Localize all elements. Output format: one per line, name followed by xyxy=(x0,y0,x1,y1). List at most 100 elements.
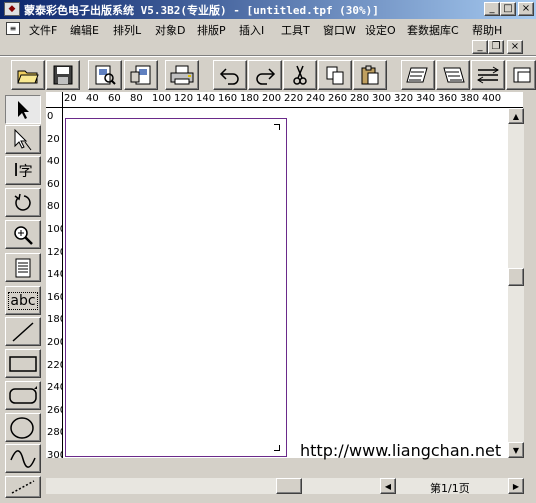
rectangle-tool[interactable] xyxy=(5,349,41,378)
document-page[interactable] xyxy=(65,118,287,457)
dotted-line-icon xyxy=(11,480,35,494)
ruler-h-label: 20 xyxy=(64,93,77,104)
horizontal-scroll-thumb[interactable] xyxy=(276,478,302,494)
ellipse-tool[interactable] xyxy=(5,413,41,442)
vertical-scrollbar[interactable]: ▲ ▼ xyxy=(508,108,524,458)
ruler-v-label: 60 xyxy=(47,178,60,190)
ruler-h-label: 220 xyxy=(284,93,304,104)
rounded-rect-tool[interactable] xyxy=(5,381,41,410)
redo-icon xyxy=(256,68,276,85)
menu-help[interactable]: 帮助H xyxy=(472,22,502,38)
zoom-icon xyxy=(14,225,33,245)
menu-layout[interactable]: 排版P xyxy=(197,22,226,38)
text-flow-4-button[interactable] xyxy=(506,60,536,90)
text-flow-3-icon xyxy=(477,66,499,84)
text-flow-2-button[interactable] xyxy=(436,60,470,90)
menu-edit[interactable]: 编辑E xyxy=(70,22,99,38)
maximize-button[interactable]: □ xyxy=(500,2,516,16)
print-button[interactable] xyxy=(165,60,199,90)
ruler-v-label: 160 xyxy=(47,291,62,303)
menu-insert[interactable]: 插入I xyxy=(239,22,264,38)
ruler-h-label: 160 xyxy=(218,93,238,104)
zoom-tool[interactable] xyxy=(5,220,41,249)
scroll-left-button[interactable]: ◀ xyxy=(380,478,396,494)
copy-button[interactable] xyxy=(318,60,352,90)
printer-icon xyxy=(170,65,194,85)
ruler-v-label: 100 xyxy=(47,224,62,235)
ruler-h-label: 140 xyxy=(196,93,216,104)
rounded-rect-icon xyxy=(9,385,37,404)
page-indicator: 第1/1页 xyxy=(430,482,470,495)
save-icon xyxy=(53,65,73,85)
scroll-down-button[interactable]: ▼ xyxy=(508,442,524,458)
margin-corner-top-right xyxy=(274,124,280,130)
cut-button[interactable] xyxy=(283,60,317,90)
minimize-button[interactable]: _ xyxy=(484,2,500,16)
menu-bar: ≡ 文件F 编辑E 排列L 对象D 排版P 插入I 工具T 窗口W 设定O 套数… xyxy=(0,19,536,54)
toolbar-divider xyxy=(0,55,536,57)
abc-text-tool[interactable]: abc xyxy=(5,286,41,315)
undo-icon xyxy=(219,68,239,85)
scroll-up-button[interactable]: ▲ xyxy=(508,108,524,124)
ruler-h-label: 280 xyxy=(350,93,370,104)
page-setup-button[interactable] xyxy=(124,60,158,90)
curve-icon xyxy=(10,449,36,468)
ruler-h-label: 40 xyxy=(86,93,99,104)
menu-tools[interactable]: 工具T xyxy=(281,22,310,38)
save-button[interactable] xyxy=(46,60,80,90)
freehand-tool[interactable] xyxy=(5,476,41,498)
node-select-tool[interactable] xyxy=(5,125,41,154)
redo-button[interactable] xyxy=(248,60,282,90)
menu-arrange[interactable]: 排列L xyxy=(113,22,141,38)
vertical-ruler[interactable]: 0 20 40 60 80 100 120 140 160 180 200 220 240 260 280 3… xyxy=(46,108,63,458)
menu-settings[interactable]: 设定O xyxy=(365,22,396,38)
ruler-v-label: 260 xyxy=(47,404,62,416)
menu-window[interactable]: 窗口W xyxy=(323,22,356,38)
ruler-v-label: 0 xyxy=(47,111,54,122)
ruler-v-label: 40 xyxy=(47,156,60,168)
horizontal-ruler[interactable]: 20 40 60 80 100 120 140 160 180 200 220 240 260 280 30… xyxy=(63,92,523,108)
scroll-right-button[interactable]: ▶ xyxy=(508,478,524,494)
menu-database[interactable]: 套数据库C xyxy=(407,22,459,38)
ruler-h-label: 100 xyxy=(152,93,172,104)
paste-button[interactable] xyxy=(353,60,387,90)
ruler-h-label: 340 xyxy=(416,93,436,104)
undo-button[interactable] xyxy=(213,60,247,90)
ruler-v-label: 220 xyxy=(47,359,62,371)
text-flow-3-button[interactable] xyxy=(471,60,505,90)
menu-object[interactable]: 对象D xyxy=(155,22,185,38)
paste-icon xyxy=(361,65,379,85)
ruler-v-label: 280 xyxy=(47,427,62,439)
document-canvas[interactable] xyxy=(63,108,508,458)
watermark-text: http://www.liangchan.net xyxy=(300,441,502,460)
ruler-v-label: 180 xyxy=(47,314,62,326)
text-block-tool[interactable] xyxy=(5,253,41,282)
ruler-v-label: 300 xyxy=(47,450,62,458)
title-bar: ◆ 蒙泰彩色电子出版系统 V5.3B2(专业版) - [untitled.tpf… xyxy=(0,0,536,19)
child-minimize-button[interactable]: _ xyxy=(472,40,488,54)
ellipse-icon xyxy=(10,416,34,439)
abc-label: abc xyxy=(8,291,38,310)
select-tool[interactable] xyxy=(5,95,41,124)
text-flow-button[interactable] xyxy=(401,60,435,90)
print-preview-button[interactable] xyxy=(88,60,122,90)
child-restore-button[interactable]: ❐ xyxy=(488,40,504,54)
horizontal-scrollbar[interactable]: ◀ 第1/1页 ▶ xyxy=(46,478,524,495)
ruler-v-label: 140 xyxy=(47,269,62,281)
menu-file[interactable]: 文件F xyxy=(29,22,57,38)
curve-tool[interactable] xyxy=(5,444,41,473)
close-button[interactable]: × xyxy=(518,2,534,16)
rotate-tool[interactable] xyxy=(5,188,41,217)
margin-corner-bottom-right xyxy=(274,445,280,451)
line-tool[interactable] xyxy=(5,317,41,346)
ruler-v-label: 20 xyxy=(47,133,60,145)
ruler-v-label: 200 xyxy=(47,337,62,348)
doc-icon[interactable]: ≡ xyxy=(6,22,20,35)
child-close-button[interactable]: × xyxy=(507,40,523,54)
vertical-scroll-thumb[interactable] xyxy=(508,268,524,286)
text-tool-label: 字 xyxy=(18,163,33,180)
app-icon[interactable]: ◆ xyxy=(4,2,20,16)
open-button[interactable] xyxy=(11,60,45,90)
ruler-v-label: 240 xyxy=(47,382,62,394)
text-tool[interactable]: I 字 xyxy=(5,156,41,185)
